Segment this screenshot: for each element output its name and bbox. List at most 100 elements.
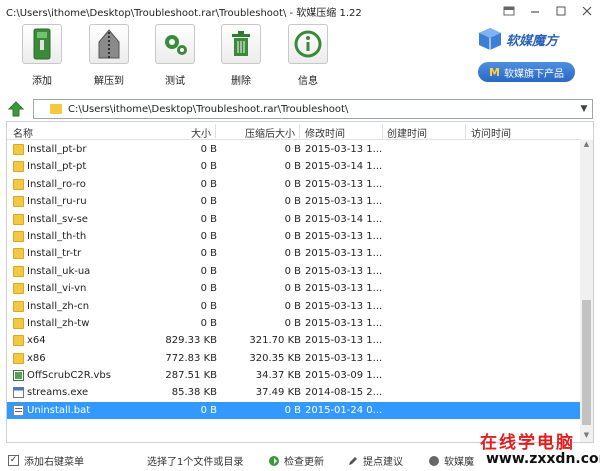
file-modified: 2015-03-13 1... — [305, 178, 383, 190]
scroll-down-icon[interactable]: ▼ — [580, 431, 593, 442]
test-label: 测试 — [165, 76, 185, 87]
check-update-label: 检查更新 — [284, 457, 324, 468]
folder-icon — [13, 283, 24, 295]
pencil-icon — [349, 456, 357, 465]
scroll-thumb[interactable] — [582, 300, 591, 425]
file-name: Install_ro-ro — [27, 178, 86, 190]
folder-icon — [13, 265, 24, 277]
file-packed-size: 0 B — [284, 196, 301, 208]
file-name: Install_ru-ru — [27, 196, 87, 208]
table-row[interactable]: Install_sv-se 0 B 0 B 2015-03-14 1... — [7, 211, 581, 228]
softmedia-label: 软媒魔 — [444, 457, 474, 468]
table-row[interactable]: x86 772.83 KB 320.35 KB 2015-03-13 1... — [7, 350, 581, 367]
file-modified: 2015-03-13 1... — [305, 248, 383, 260]
test-button[interactable]: 测试 — [149, 24, 201, 92]
file-name: Uninstall.bat — [27, 404, 91, 416]
table-row[interactable]: Install_zh-tw 0 B 0 B 2015-03-13 1... — [7, 315, 581, 332]
add-label: 添加 — [32, 76, 52, 87]
file-modified: 2015-03-13 1... — [305, 317, 383, 329]
folder-icon — [13, 161, 24, 173]
up-arrow-icon — [7, 101, 25, 117]
close-button[interactable] — [574, 0, 600, 22]
file-packed-size: 320.35 KB — [249, 352, 301, 364]
table-row[interactable]: Install_th-th 0 B 0 B 2015-03-13 1... — [7, 228, 581, 245]
status-bar: ✓ 添加右键菜单 选择了1个文件或目录 检查更新 提点建议 软媒魔 — [0, 447, 600, 471]
address-field[interactable]: C:\Users\ithome\Desktop\Troubleshoot.rar… — [33, 99, 593, 119]
minimize-button[interactable] — [522, 0, 548, 22]
folder-icon — [13, 248, 24, 260]
file-size: 0 B — [200, 283, 217, 295]
file-modified: 2015-03-13 1... — [305, 230, 383, 242]
column-name[interactable]: 名称 — [13, 125, 33, 140]
table-row[interactable]: Install_ru-ru 0 B 0 B 2015-03-13 1... — [7, 193, 581, 210]
table-row[interactable]: Install_uk-ua 0 B 0 B 2015-03-13 1... — [7, 263, 581, 280]
file-name: Install_zh-cn — [27, 300, 90, 312]
checkbox-icon[interactable]: ✓ — [8, 455, 19, 466]
softmedia-link[interactable]: 软媒魔 — [428, 453, 474, 468]
delete-button[interactable]: 删除 — [215, 24, 267, 92]
file-size: 0 B — [200, 196, 217, 208]
suggest-link[interactable]: 提点建议 — [347, 453, 403, 468]
table-row[interactable]: Install_pt-pt 0 B 0 B 2015-03-14 1... — [7, 158, 581, 175]
file-size: 0 B — [200, 178, 217, 190]
file-modified: 2015-03-13 1... — [305, 144, 383, 155]
file-modified: 2015-03-14 1... — [305, 213, 383, 225]
table-row[interactable]: Install_vi-vn 0 B 0 B 2015-03-13 1... — [7, 280, 581, 297]
info-icon — [288, 24, 328, 64]
skin-icon[interactable] — [496, 0, 522, 22]
folder-icon — [13, 196, 24, 208]
file-rows: Install_pt-br 0 B0 B 2015-03-13 1... Instal… — [7, 141, 581, 420]
table-row[interactable]: Uninstall.bat 0 B 0 B 2015-01-24 0... — [7, 401, 581, 420]
file-name: x86 — [27, 352, 46, 364]
chevron-down-icon[interactable]: ▼ — [576, 104, 592, 114]
file-packed-size: 0 B — [284, 404, 301, 416]
brand-logo: 软媒魔方 — [478, 26, 578, 52]
products-label: 软媒旗下产品 — [503, 68, 564, 80]
check-update-link[interactable]: 检查更新 — [268, 453, 324, 468]
file-modified: 2015-03-13 1... — [305, 300, 383, 312]
table-row[interactable]: Install_zh-cn 0 B 0 B 2015-03-13 1... — [7, 298, 581, 315]
file-list[interactable]: 名称 大小 压缩后大小 修改时间 创建时间 访问时间 Install_pt-br… — [6, 121, 594, 443]
trash-icon — [221, 24, 261, 64]
file-size: 829.33 KB — [165, 335, 217, 347]
maximize-button[interactable] — [548, 0, 574, 22]
extract-to-button[interactable]: 解压到 — [83, 24, 135, 92]
table-row[interactable]: Install_ro-ro 0 B 0 B 2015-03-13 1... — [7, 176, 581, 193]
table-row[interactable]: streams.exe 85.38 KB 37.49 KB 2014-08-15 2.… — [7, 384, 581, 401]
folder-icon — [50, 104, 62, 114]
table-row[interactable]: x64 829.33 KB 321.70 KB 2015-03-13 1... — [7, 332, 581, 349]
context-menu-label: 添加右键菜单 — [24, 457, 84, 468]
file-name: Install_sv-se — [27, 213, 88, 225]
file-modified: 2015-03-13 1... — [305, 283, 383, 295]
table-row[interactable]: Install_tr-tr 0 B 0 B 2015-03-13 1... — [7, 245, 581, 262]
file-size: 0 B — [200, 213, 217, 225]
softmedia-icon — [429, 455, 439, 466]
file-modified: 2015-03-13 1... — [305, 265, 383, 277]
table-row[interactable]: Install_pt-br 0 B 0 B 2015-03-13 1... — [7, 141, 581, 158]
file-size: 287.51 KB — [165, 370, 217, 382]
products-button[interactable]: M 软媒旗下产品 — [478, 62, 575, 82]
column-size[interactable]: 大小 — [191, 125, 211, 140]
file-packed-size: 0 B — [284, 300, 301, 312]
file-name: OffScrubC2R.vbs — [27, 370, 111, 382]
up-folder-button[interactable] — [7, 101, 25, 117]
file-name: Install_th-th — [27, 230, 87, 242]
suggest-label: 提点建议 — [363, 457, 403, 468]
info-button[interactable]: 信息 — [282, 24, 334, 92]
file-name: Install_zh-tw — [27, 317, 90, 329]
folder-icon — [13, 335, 24, 347]
bat-file-icon — [13, 404, 24, 416]
column-accessed[interactable]: 访问时间 — [471, 125, 511, 140]
column-modified[interactable]: 修改时间 — [305, 125, 345, 140]
column-packed-size[interactable]: 压缩后大小 — [245, 125, 295, 140]
folder-icon — [13, 213, 24, 225]
context-menu-toggle[interactable]: ✓ 添加右键菜单 — [8, 453, 84, 468]
vertical-scrollbar[interactable]: ▲ ▼ — [580, 140, 593, 442]
column-created[interactable]: 创建时间 — [387, 125, 427, 140]
folder-icon — [13, 317, 24, 329]
file-name: Install_pt-pt — [27, 161, 87, 173]
table-row[interactable]: OffScrubC2R.vbs 287.51 KB 34.37 KB 2015-03-… — [7, 367, 581, 384]
file-modified: 2015-03-14 1... — [305, 161, 383, 173]
scroll-up-icon[interactable]: ▲ — [580, 140, 593, 152]
add-button[interactable]: 添加 — [16, 24, 68, 92]
